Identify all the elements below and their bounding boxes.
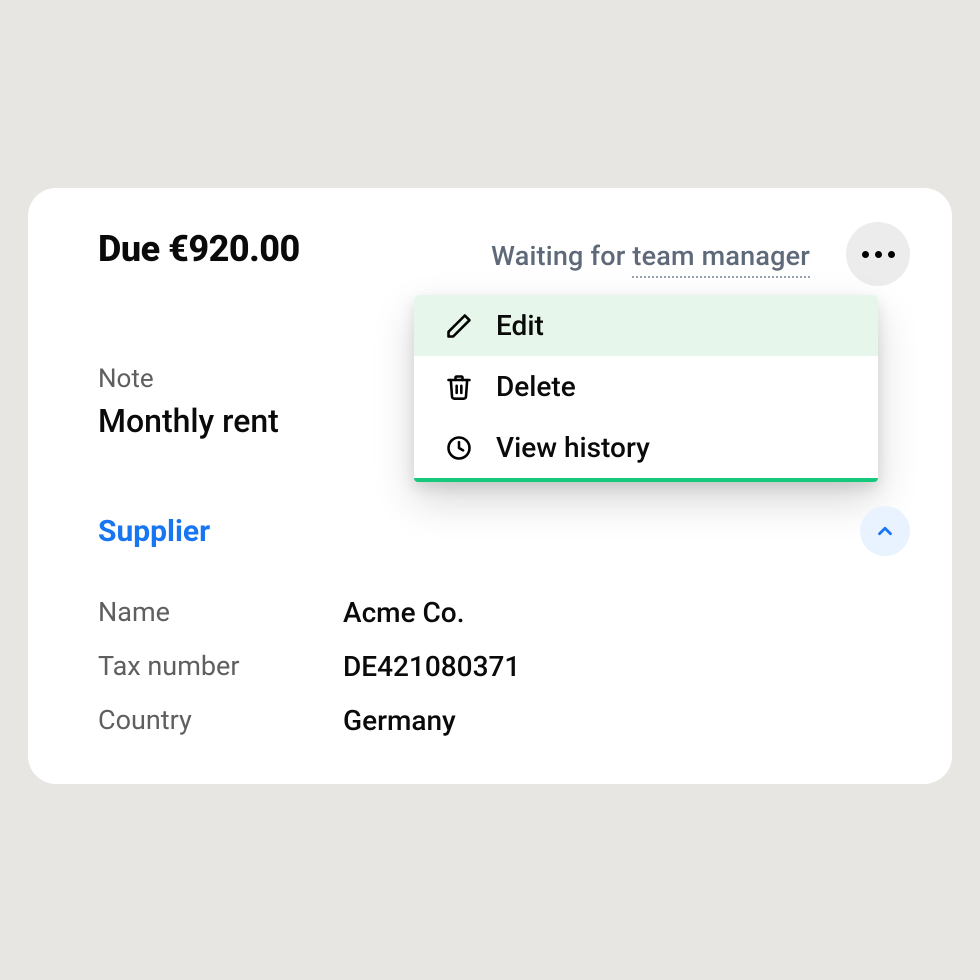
supplier-country-label: Country <box>98 704 343 737</box>
status-prefix: Waiting for <box>491 240 632 272</box>
clock-icon <box>444 433 474 463</box>
menu-item-view-history[interactable]: View history <box>414 417 878 478</box>
supplier-tax-row: Tax number DE421080371 <box>98 650 898 683</box>
supplier-tax-value: DE421080371 <box>343 650 520 683</box>
actions-dropdown: Edit Delete <box>414 295 878 482</box>
menu-item-label: View history <box>496 431 650 464</box>
collapse-supplier-button[interactable] <box>860 506 910 556</box>
pencil-icon <box>444 311 474 341</box>
approval-status: Waiting for team manager <box>491 240 810 272</box>
status-assignee-link[interactable]: team manager <box>632 240 810 278</box>
supplier-country-value: Germany <box>343 704 456 737</box>
supplier-country-row: Country Germany <box>98 704 898 737</box>
trash-icon <box>444 372 474 402</box>
supplier-tax-label: Tax number <box>98 650 343 683</box>
chevron-up-icon <box>874 520 896 542</box>
note-label: Note <box>98 364 154 394</box>
note-value: Monthly rent <box>98 402 279 440</box>
supplier-name-label: Name <box>98 596 343 629</box>
supplier-name-value: Acme Co. <box>343 596 464 629</box>
menu-item-label: Delete <box>496 370 576 403</box>
supplier-section-title[interactable]: Supplier <box>98 514 210 549</box>
menu-item-edit[interactable]: Edit <box>414 295 878 356</box>
supplier-name-row: Name Acme Co. <box>98 596 898 629</box>
more-icon <box>862 251 869 258</box>
invoice-card: Due €920.00 Waiting for team manager Edi… <box>28 188 952 784</box>
menu-item-delete[interactable]: Delete <box>414 356 878 417</box>
more-actions-button[interactable] <box>846 222 910 286</box>
due-amount: Due €920.00 <box>98 228 300 270</box>
menu-item-label: Edit <box>496 309 544 342</box>
